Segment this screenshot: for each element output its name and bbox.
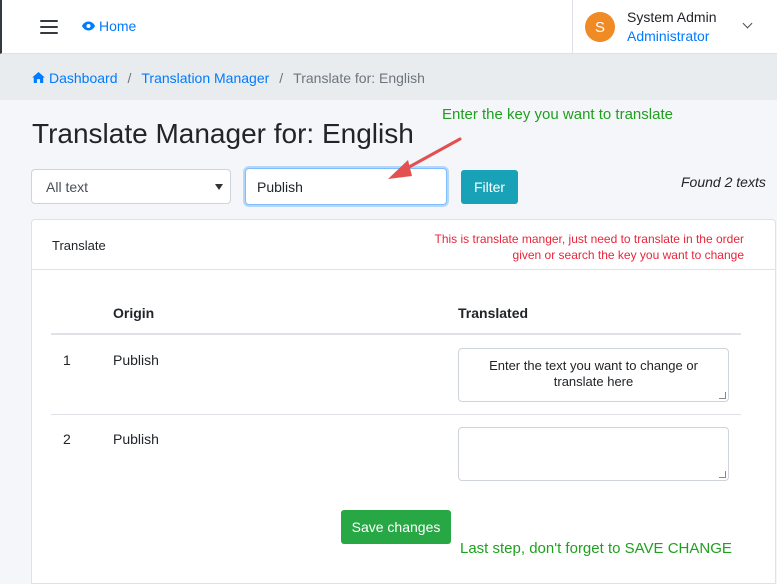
row-origin: Publish <box>113 431 159 447</box>
column-header-translated: Translated <box>458 305 529 321</box>
annotation-enter-key: Enter the key you want to translate <box>442 106 673 123</box>
breadcrumb-separator: / <box>127 69 132 86</box>
breadcrumb-dashboard-label: Dashboard <box>49 69 118 86</box>
row-index: 2 <box>63 431 71 447</box>
caret-down-icon <box>215 184 223 190</box>
home-link-label: Home <box>99 18 137 34</box>
chevron-down-icon <box>742 18 753 29</box>
eye-icon <box>82 21 95 31</box>
top-navbar: Home S System Admin Administrator <box>0 0 777 54</box>
user-menu[interactable]: S System Admin Administrator <box>572 0 777 54</box>
card-title: Translate <box>52 238 106 253</box>
translated-textarea-value: Enter the text you want to change or tra… <box>489 358 698 389</box>
breadcrumb: Dashboard / Translation Manager / Transl… <box>0 55 777 100</box>
column-header-origin: Origin <box>113 305 155 321</box>
menu-toggle-icon[interactable] <box>40 20 58 34</box>
translated-textarea[interactable] <box>458 427 729 481</box>
row-index: 1 <box>63 352 71 368</box>
table-header-divider <box>51 333 741 335</box>
breadcrumb-translation-manager-label: Translation Manager <box>141 69 270 86</box>
table-row-divider <box>51 414 741 415</box>
avatar: S <box>585 12 615 42</box>
user-info: System Admin Administrator <box>627 8 716 46</box>
breadcrumb-translation-manager[interactable]: Translation Manager <box>141 70 269 86</box>
row-origin: Publish <box>113 352 159 368</box>
user-name: System Admin <box>627 9 717 25</box>
annotation-last-step: Last step, don't forget to SAVE CHANGE <box>460 540 732 557</box>
annotation-arrow-icon <box>388 137 462 179</box>
breadcrumb-separator: / <box>279 69 284 86</box>
resize-handle-icon[interactable] <box>719 471 726 478</box>
breadcrumb-dashboard[interactable]: Dashboard <box>32 70 118 86</box>
resize-handle-icon[interactable] <box>719 392 726 399</box>
save-changes-button[interactable]: Save changes <box>341 510 451 544</box>
home-link[interactable]: Home <box>82 18 136 34</box>
text-filter-select-value: All text <box>46 179 89 195</box>
home-icon <box>32 72 45 83</box>
breadcrumb-current: Translate for: English <box>293 69 425 86</box>
user-role: Administrator <box>627 28 710 44</box>
annotation-manager-note: This is translate manger, just need to t… <box>434 232 745 262</box>
found-count: Found 2 texts <box>681 174 766 190</box>
text-filter-select[interactable]: All text <box>31 169 231 204</box>
translated-textarea[interactable]: Enter the text you want to change or tra… <box>458 348 729 402</box>
page-title: Translate Manager for: English <box>32 118 414 149</box>
